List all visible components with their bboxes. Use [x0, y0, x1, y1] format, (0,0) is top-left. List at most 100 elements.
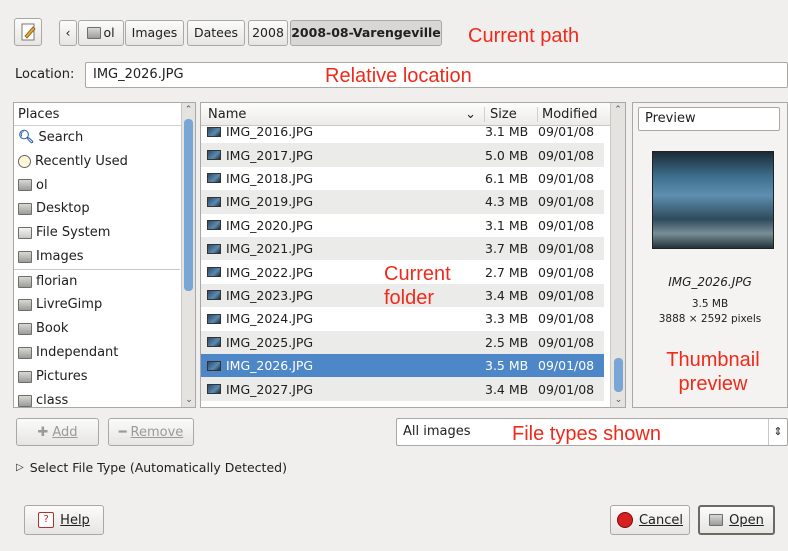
- preview-filename: IMG_2026.JPG: [668, 275, 752, 289]
- add-place-button[interactable]: ✚ Add: [16, 418, 99, 446]
- file-modified: 09/01/08: [538, 287, 595, 303]
- file-row[interactable]: IMG_2024.JPG 3.3 MB 09/01/08: [201, 307, 604, 330]
- file-name: IMG_2019.JPG: [226, 194, 314, 210]
- crumb-home[interactable]: ol: [78, 20, 124, 46]
- file-row[interactable]: IMG_2021.JPG 3.7 MB 09/01/08: [201, 237, 604, 261]
- search-icon: 🔍︎: [18, 129, 35, 145]
- clock-icon: [18, 155, 31, 169]
- file-size: 3.1 MB: [485, 124, 529, 140]
- back-button[interactable]: ‹: [59, 20, 77, 46]
- help-icon: ?: [38, 512, 55, 528]
- crumb-current[interactable]: 2008-08-Varengeville: [290, 20, 442, 46]
- image-thumbnail-icon: [207, 243, 221, 254]
- file-modified: 09/01/08: [538, 264, 595, 280]
- place-pictures[interactable]: Pictures: [14, 365, 180, 389]
- minus-icon: ━: [118, 424, 127, 440]
- file-modified: 09/01/08: [538, 334, 595, 350]
- crumb-images[interactable]: Images: [125, 20, 184, 46]
- scroll-up-icon[interactable]: ⌃: [182, 103, 195, 117]
- file-row[interactable]: IMG_2020.JPG 3.1 MB 09/01/08: [201, 214, 604, 237]
- file-modified: 09/01/08: [538, 170, 595, 186]
- place-images[interactable]: Images: [14, 245, 180, 270]
- crumb-2008[interactable]: 2008: [248, 20, 288, 46]
- plus-icon: ✚: [37, 424, 49, 440]
- scroll-up-icon[interactable]: ⌃: [611, 103, 625, 117]
- place-class[interactable]: class: [14, 389, 180, 407]
- place-recently-used[interactable]: Recently Used: [14, 150, 180, 174]
- places-list: 🔍︎ Search Recently Used ol Desktop File S…: [14, 126, 180, 407]
- image-thumbnail-icon: [207, 337, 221, 348]
- file-modified: 09/01/08: [538, 381, 595, 397]
- scroll-down-icon[interactable]: ⌄: [611, 393, 625, 407]
- place-file-system[interactable]: File System: [14, 221, 180, 245]
- preview-dropdown[interactable]: Preview: [638, 107, 780, 131]
- image-thumbnail-icon: [207, 126, 221, 137]
- file-size: 5.0 MB: [485, 147, 529, 163]
- place-home[interactable]: ol: [14, 174, 180, 198]
- file-size: 3.5 MB: [485, 358, 529, 374]
- file-size: 3.4 MB: [485, 381, 529, 397]
- desktop-folder-icon: [18, 203, 32, 216]
- place-independant[interactable]: Independant: [14, 341, 180, 365]
- expander-arrow-icon: ▷: [16, 462, 24, 473]
- file-list-scrollbar[interactable]: ⌃ ⌄: [610, 103, 625, 407]
- place-livregimp[interactable]: LivreGimp: [14, 294, 180, 318]
- edit-location-button[interactable]: [14, 18, 42, 46]
- file-size: 3.4 MB: [485, 287, 529, 303]
- open-folder-icon: [709, 514, 724, 526]
- file-size: 6.1 MB: [485, 170, 529, 186]
- image-thumbnail-icon: [207, 150, 221, 161]
- open-button[interactable]: Open: [698, 505, 775, 535]
- folder-icon: [18, 299, 32, 312]
- file-name: IMG_2024.JPG: [226, 311, 314, 327]
- folder-icon: [18, 347, 32, 360]
- places-header[interactable]: Places: [14, 103, 195, 126]
- places-scroll-thumb[interactable]: [184, 119, 193, 291]
- annotation-relative-location: Relative location: [325, 65, 472, 87]
- file-modified: 09/01/08: [538, 147, 595, 163]
- file-row[interactable]: IMG_2019.JPG 4.3 MB 09/01/08: [201, 190, 604, 214]
- file-size: 3.3 MB: [485, 311, 529, 327]
- remove-place-button[interactable]: ━ Remove: [108, 418, 194, 446]
- spin-arrows-icon: ⇕: [768, 419, 787, 445]
- file-list-scroll-thumb[interactable]: [614, 358, 623, 392]
- file-name: IMG_2022.JPG: [226, 264, 314, 280]
- place-search[interactable]: 🔍︎ Search: [14, 126, 180, 150]
- cancel-button[interactable]: Cancel: [610, 505, 690, 535]
- place-book[interactable]: Book: [14, 317, 180, 341]
- place-desktop[interactable]: Desktop: [14, 197, 180, 221]
- file-row[interactable]: IMG_2027.JPG 3.4 MB 09/01/08: [201, 377, 604, 401]
- file-row[interactable]: IMG_2025.JPG 2.5 MB 09/01/08: [201, 330, 604, 354]
- image-thumbnail-icon: [207, 313, 221, 324]
- scroll-down-icon[interactable]: ⌄: [182, 393, 195, 407]
- file-modified: 09/01/08: [538, 217, 595, 233]
- location-label: Location:: [15, 67, 75, 82]
- annotation-current-folder: Current folder: [384, 263, 451, 309]
- file-row[interactable]: IMG_2026.JPG 3.5 MB 09/01/08: [201, 354, 604, 378]
- folder-icon: [18, 250, 32, 263]
- annotation-thumbnail-preview: Thumbnail preview: [666, 349, 760, 395]
- image-thumbnail-icon: [207, 173, 221, 184]
- crumb-datees[interactable]: Datees: [187, 20, 245, 46]
- place-florian[interactable]: florian: [14, 270, 180, 294]
- image-thumbnail-icon: [207, 290, 221, 301]
- image-thumbnail-icon: [207, 267, 221, 278]
- home-folder-icon: [87, 27, 102, 39]
- file-size: 4.3 MB: [485, 194, 529, 210]
- folder-icon: [18, 394, 32, 407]
- file-modified: 09/01/08: [538, 358, 595, 374]
- preview-size: 3.5 MB: [691, 298, 729, 310]
- file-name: IMG_2025.JPG: [226, 334, 314, 350]
- folder-icon: [18, 323, 32, 336]
- file-row[interactable]: IMG_2018.JPG 6.1 MB 09/01/08: [201, 167, 604, 190]
- select-file-type-expander[interactable]: ▷ Select File Type (Automatically Detect…: [16, 460, 287, 475]
- file-row[interactable]: IMG_2016.JPG 3.1 MB 09/01/08: [201, 120, 604, 143]
- drive-icon: [18, 227, 32, 240]
- file-row[interactable]: IMG_2017.JPG 5.0 MB 09/01/08: [201, 143, 604, 167]
- image-thumbnail-icon: [207, 220, 221, 231]
- file-size: 3.7 MB: [485, 241, 529, 257]
- help-button[interactable]: ? Help: [24, 505, 104, 535]
- home-folder-icon: [18, 179, 32, 192]
- file-size: 2.7 MB: [485, 264, 529, 280]
- places-scrollbar[interactable]: ⌃ ⌄: [181, 103, 195, 407]
